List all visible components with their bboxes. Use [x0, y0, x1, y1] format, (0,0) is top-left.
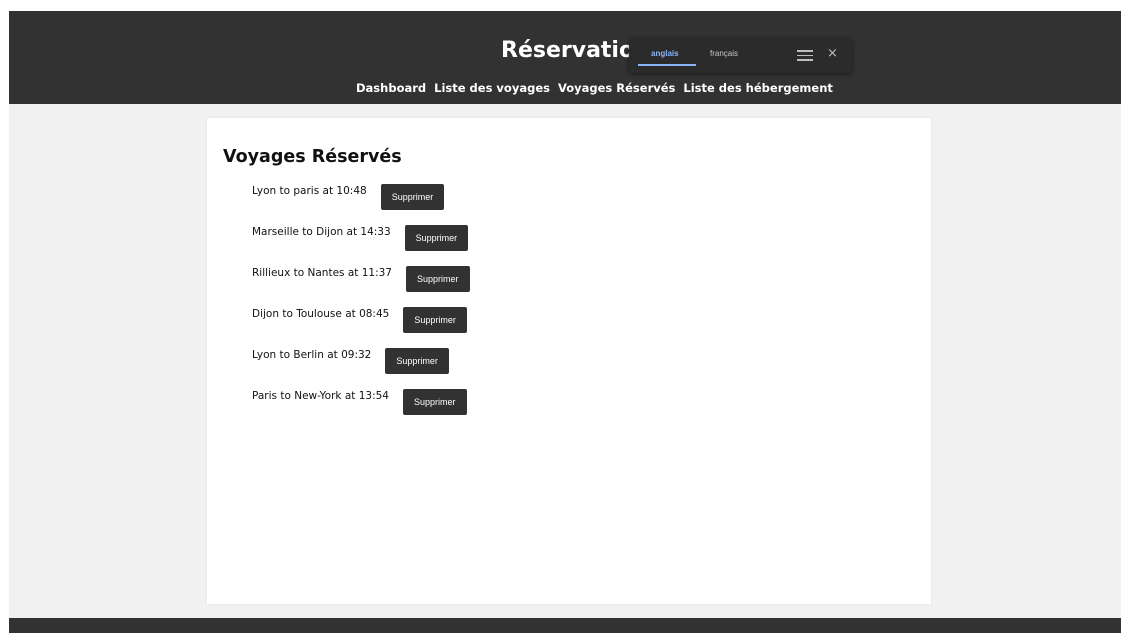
page-viewport: Réservation Dashboard Liste des voyages …	[9, 11, 1121, 633]
delete-trip-button[interactable]: Supprimer	[406, 266, 470, 292]
translate-toolbar: anglais français ×	[629, 38, 852, 73]
trip-row: Marseille to Dijon at 14:33 Supprimer	[252, 223, 469, 251]
trip-row: Lyon to Berlin at 09:32 Supprimer	[252, 346, 449, 374]
delete-trip-button[interactable]: Supprimer	[403, 389, 467, 415]
trip-description: Rillieux to Nantes at 11:37	[252, 267, 392, 279]
trip-row: Dijon to Toulouse at 08:45 Supprimer	[252, 305, 467, 333]
site-title: Réservation	[501, 38, 629, 63]
trip-row: Lyon to paris at 10:48 Supprimer	[252, 182, 445, 210]
trip-description: Marseille to Dijon at 14:33	[252, 226, 391, 238]
page-heading: Voyages Réservés	[223, 147, 402, 167]
delete-trip-button[interactable]: Supprimer	[380, 184, 445, 210]
trip-description: Dijon to Toulouse at 08:45	[252, 308, 390, 320]
main-nav: Dashboard Liste des voyages Voyages Rése…	[356, 79, 841, 97]
nav-dashboard[interactable]: Dashboard	[356, 81, 426, 95]
nav-accommodation-list[interactable]: Liste des hébergement	[683, 81, 832, 95]
close-icon[interactable]: ×	[827, 46, 838, 62]
trip-row: Rillieux to Nantes at 11:37 Supprimer	[252, 264, 470, 292]
translate-language-english[interactable]: anglais	[651, 49, 679, 58]
active-language-indicator	[638, 64, 696, 66]
trip-row: Paris to New-York at 13:54 Supprimer	[252, 387, 467, 415]
trip-description: Lyon to Berlin at 09:32	[252, 349, 372, 361]
delete-trip-button[interactable]: Supprimer	[403, 307, 467, 333]
nav-trip-list[interactable]: Liste des voyages	[434, 81, 550, 95]
hamburger-menu-icon[interactable]	[797, 49, 813, 61]
site-header: Réservation Dashboard Liste des voyages …	[9, 11, 1121, 104]
nav-booked-trips[interactable]: Voyages Réservés	[558, 81, 675, 95]
delete-trip-button[interactable]: Supprimer	[404, 225, 469, 251]
trip-description: Paris to New-York at 13:54	[252, 390, 389, 402]
trip-description: Lyon to paris at 10:48	[252, 185, 367, 197]
booked-trips-card: Voyages Réservés Lyon to paris at 10:48 …	[207, 118, 931, 604]
site-footer	[9, 618, 1121, 633]
translate-language-french[interactable]: français	[710, 49, 738, 58]
delete-trip-button[interactable]: Supprimer	[385, 348, 449, 374]
